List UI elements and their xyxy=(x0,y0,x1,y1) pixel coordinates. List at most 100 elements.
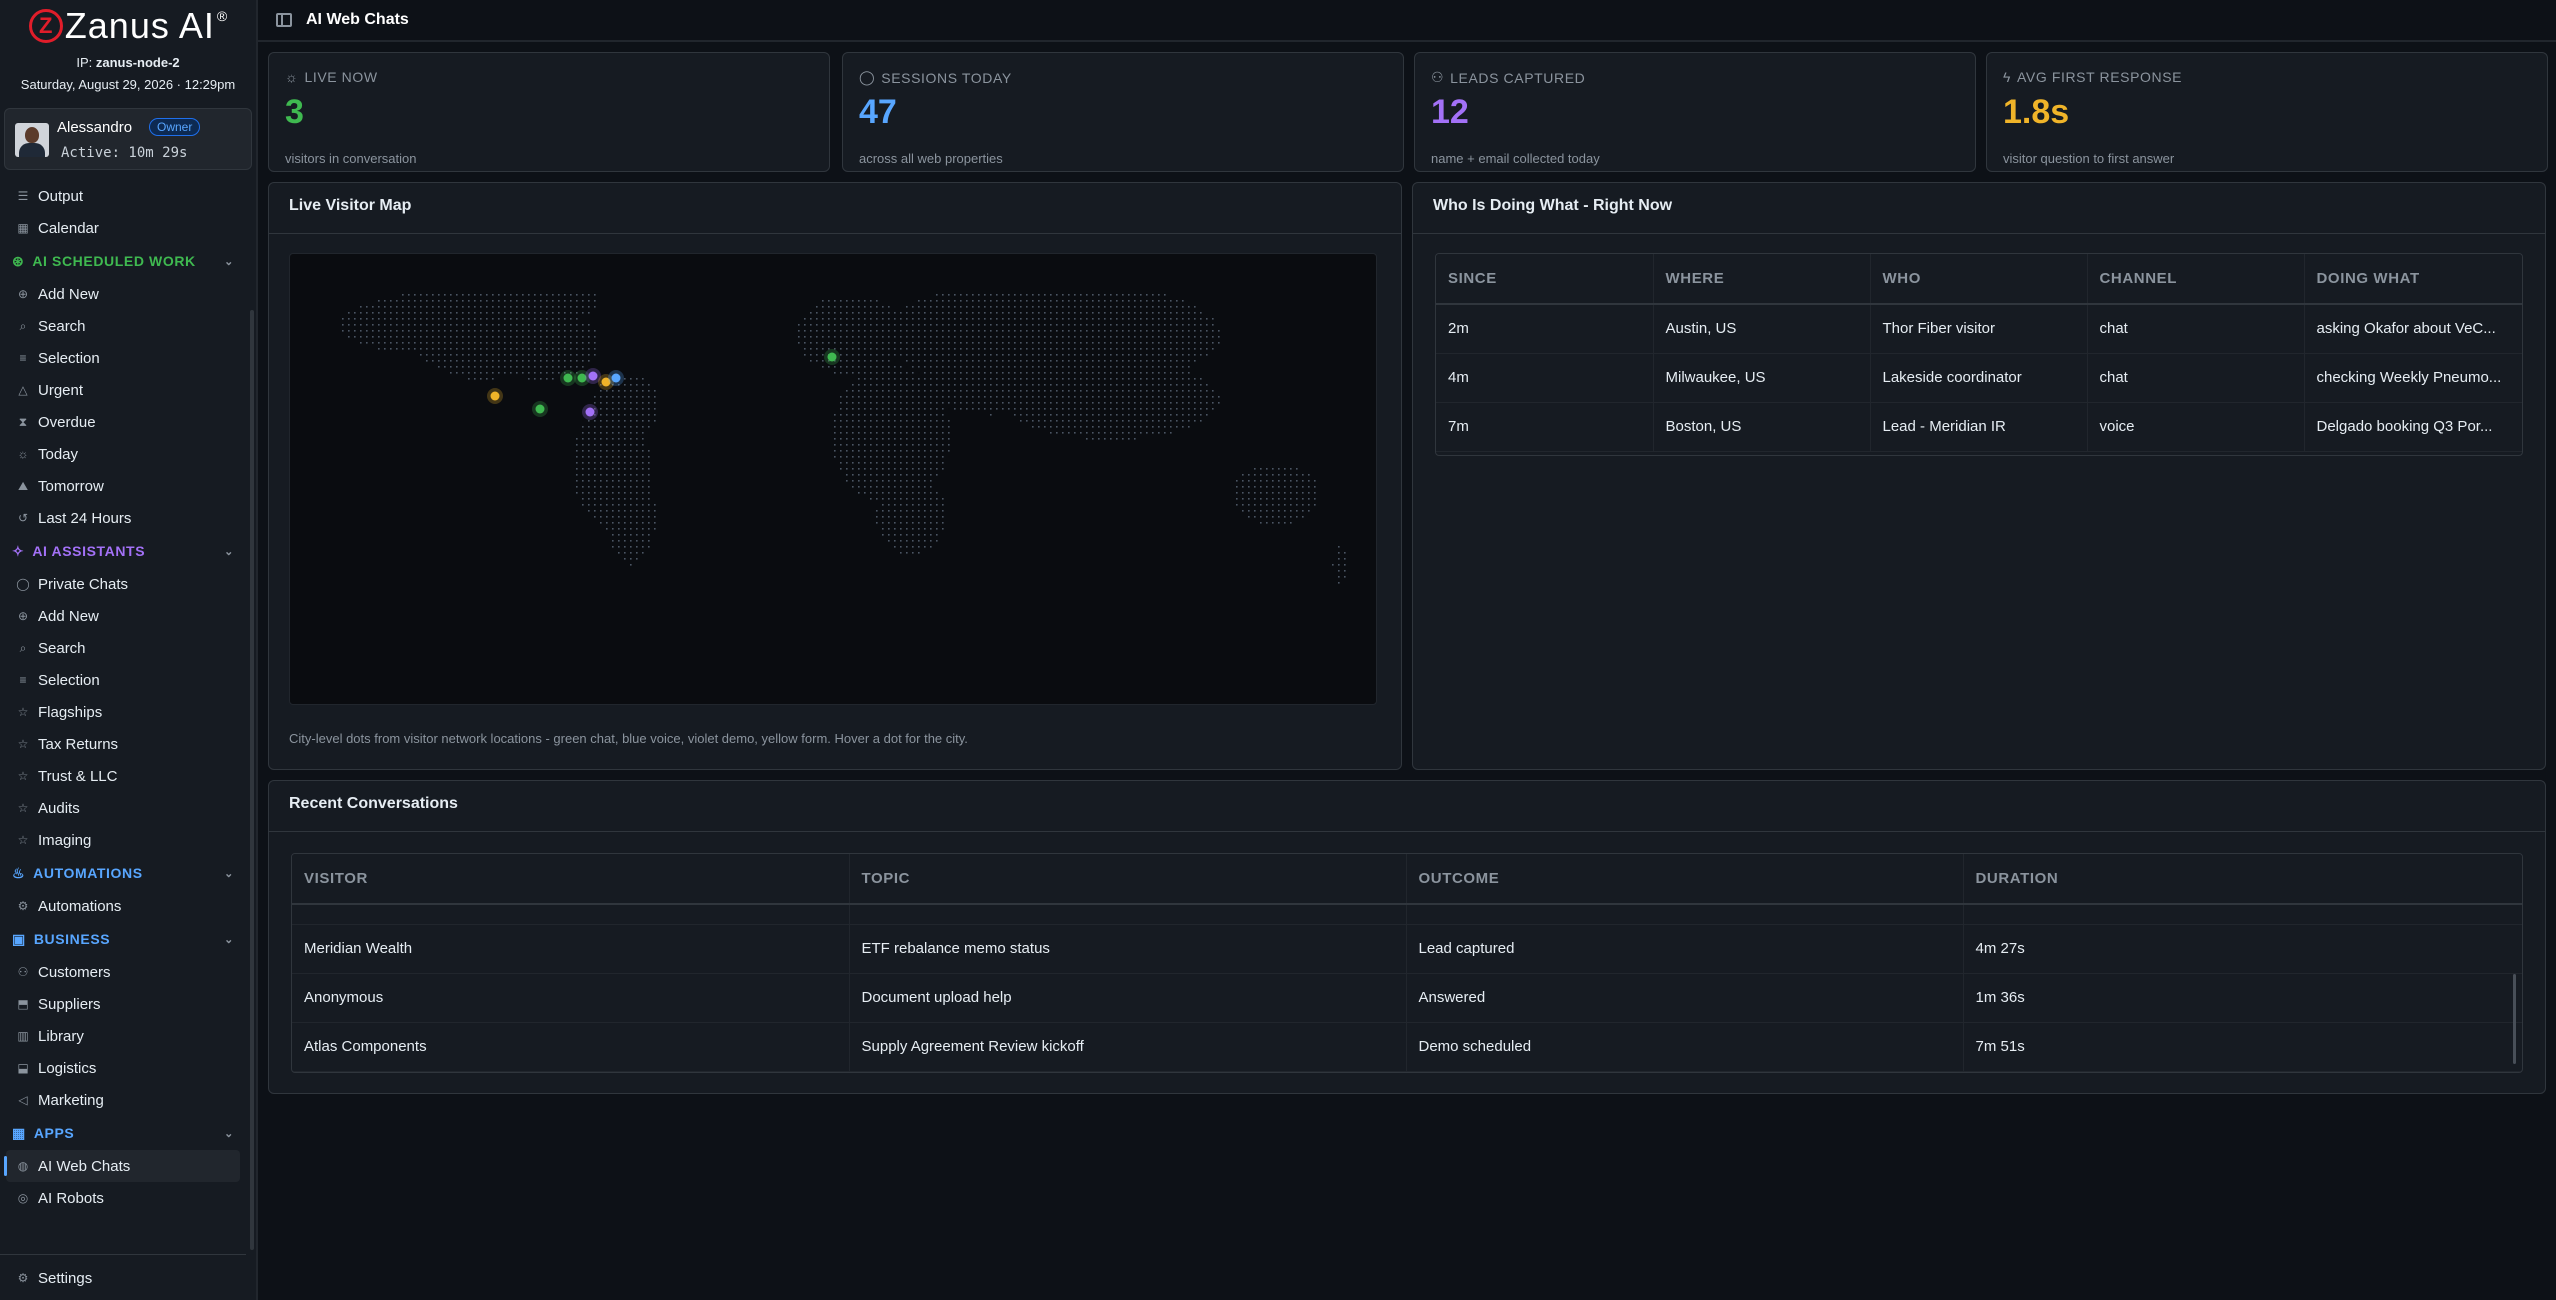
cell-duration: 1m 36s xyxy=(1962,973,2522,1023)
column-header-channel[interactable]: CHANNEL xyxy=(2086,254,2304,305)
visitor-dot-chat[interactable] xyxy=(535,404,545,414)
chevron-down-icon[interactable]: ⌄ xyxy=(224,933,234,946)
sidebar-item-label: Calendar xyxy=(38,219,99,237)
app-logo[interactable]: Z Zanus AI ® xyxy=(0,0,256,52)
table-row[interactable]: Anonymous Document upload help Answered 1m … xyxy=(292,973,2522,1023)
section-automations[interactable]: ♨ AUTOMATIONS ⌄ xyxy=(0,856,246,890)
visitor-map[interactable] xyxy=(289,253,1377,705)
sidebar-item-selection[interactable]: ≡ Selection xyxy=(0,664,246,696)
sidebar-item-selection[interactable]: ≡ Selection xyxy=(0,342,246,374)
column-header-since[interactable]: SINCE xyxy=(1436,254,1653,305)
column-header-who[interactable]: WHO xyxy=(1869,254,2087,305)
stat-subtitle: name + email collected today xyxy=(1431,151,1600,166)
panel-title: Live Visitor Map xyxy=(289,197,412,214)
sidebar-item-label: Selection xyxy=(38,349,100,367)
column-header-topic[interactable]: TOPIC xyxy=(848,854,1406,905)
table-row[interactable]: 2m Austin, US Thor Fiber visitor chat asking… xyxy=(1436,304,2522,354)
sidebar-item-label: Overdue xyxy=(38,413,96,431)
sidebar-item-urgent[interactable]: △ Urgent xyxy=(0,374,246,406)
sidebar-item-flagships[interactable]: ☆ Flagships xyxy=(0,696,246,728)
sidebar-item-label: Private Chats xyxy=(38,575,129,593)
sidebar-item-today[interactable]: ☼ Today xyxy=(0,438,246,470)
logo-text: Zanus AI xyxy=(64,5,215,46)
stat-subtitle: visitors in conversation xyxy=(285,151,417,166)
sidebar-item-last-24-hours[interactable]: ↺ Last 24 Hours xyxy=(0,502,246,534)
visitor-dot-form[interactable] xyxy=(490,391,500,401)
visitor-dot-voice[interactable] xyxy=(611,373,621,383)
chevron-down-icon[interactable]: ⌄ xyxy=(224,255,234,268)
column-header-outcome[interactable]: OUTCOME xyxy=(1405,854,1963,905)
stat-subtitle: visitor question to first answer xyxy=(2003,151,2175,166)
sidebar-item-suppliers[interactable]: ⬒ Suppliers xyxy=(0,988,246,1020)
sidebar-item-label: Urgent xyxy=(38,381,84,399)
sidebar-item-ai-robots[interactable]: ◎ AI Robots xyxy=(0,1182,246,1214)
sidebar-item-logistics[interactable]: ⬓ Logistics xyxy=(0,1052,246,1084)
top-bar: AI Web Chats xyxy=(258,0,2556,42)
sidebar-item-tax-returns[interactable]: ☆ Tax Returns xyxy=(0,728,246,760)
cell-since: 4m xyxy=(1436,353,1653,403)
cell-duration: 4m 27s xyxy=(1962,924,2522,974)
table-row-partial xyxy=(292,904,2522,925)
visitor-dot-chat[interactable] xyxy=(827,352,837,362)
sidebar-item-private-chats[interactable]: ◯ Private Chats xyxy=(0,568,246,600)
table-row[interactable]: 7m Boston, US Lead - Meridian IR voice Delga… xyxy=(1436,402,2522,452)
automations-icon: ♨ xyxy=(12,864,26,881)
sidebar-item-search[interactable]: ⌕ Search xyxy=(0,632,246,664)
visitor-dot-demo[interactable] xyxy=(588,371,598,381)
sidebar-item-library[interactable]: ▥ Library xyxy=(0,1020,246,1052)
sidebar-item-imaging[interactable]: ☆ Imaging xyxy=(0,824,246,856)
sidebar-item-label: Marketing xyxy=(38,1091,104,1109)
sidebar-item-trust-and-llc[interactable]: ☆ Trust & LLC xyxy=(0,760,246,792)
visitor-dot-chat[interactable] xyxy=(563,373,573,383)
sidebar-scrollbar[interactable] xyxy=(250,310,254,1250)
table-row[interactable]: Atlas Components Supply Agreement Review … xyxy=(292,1022,2522,1072)
automation-icon: ⚙ xyxy=(17,899,29,913)
page-title: AI Web Chats xyxy=(306,11,409,28)
world-dot-map xyxy=(342,294,1346,584)
current-datetime: Saturday, August 29, 2026 · 12:29pm xyxy=(20,77,236,92)
cell-channel: chat xyxy=(2086,304,2304,354)
column-header-visitor[interactable]: VISITOR xyxy=(292,854,849,905)
table-scrollbar[interactable] xyxy=(2513,974,2516,1064)
sidebar-item-marketing[interactable]: ◁ Marketing xyxy=(0,1084,246,1116)
box-icon: ⬓ xyxy=(17,1061,29,1075)
sidebar-item-search[interactable]: ⌕ Search xyxy=(0,310,246,342)
sidebar-item-settings[interactable]: ⚙ Settings xyxy=(0,1262,246,1294)
visitor-dot-demo[interactable] xyxy=(585,407,595,417)
table-row[interactable]: Meridian Wealth ETF rebalance memo status… xyxy=(292,924,2522,974)
sidebar-item-audits[interactable]: ☆ Audits xyxy=(0,792,246,824)
sidebar-item-customers[interactable]: ⚇ Customers xyxy=(0,956,246,988)
sidebar-item-label: Search xyxy=(38,639,86,657)
cell-doing-what: checking Weekly Pneumo... xyxy=(2303,353,2522,403)
sidebar-item-label: Automations xyxy=(38,897,122,915)
sidebar-item-label: Audits xyxy=(38,799,80,817)
section-ai-scheduled-work[interactable]: ⊛ AI SCHEDULED WORK ⌄ xyxy=(0,244,246,278)
section-title: BUSINESS xyxy=(33,931,111,947)
plus-circle-icon: ⊕ xyxy=(17,609,29,623)
chevron-down-icon[interactable]: ⌄ xyxy=(224,867,234,880)
section-business[interactable]: ▣ BUSINESS ⌄ xyxy=(0,922,246,956)
sidebar-item-calendar[interactable]: ▦ Calendar xyxy=(0,212,246,244)
sidebar-item-add-new[interactable]: ⊕ Add New xyxy=(0,600,246,632)
sidebar-item-ai-web-chats[interactable]: ◍ AI Web Chats xyxy=(4,1150,240,1182)
user-card[interactable]: Alessandro Owner Active: 10m 29s xyxy=(4,108,252,170)
section-ai-assistants[interactable]: ✧ AI ASSISTANTS ⌄ xyxy=(0,534,246,568)
sidebar-item-overdue[interactable]: ⧗ Overdue xyxy=(0,406,246,438)
truck-icon: ⬒ xyxy=(17,997,29,1011)
sidebar-item-add-new[interactable]: ⊕ Add New xyxy=(0,278,246,310)
section-apps[interactable]: ▦ APPS ⌄ xyxy=(0,1116,246,1150)
star-icon: ☆ xyxy=(17,769,29,783)
sidebar-item-output[interactable]: ☰ Output xyxy=(0,180,246,212)
table-row[interactable]: 4m Milwaukee, US Lakeside coordinator chat c… xyxy=(1436,353,2522,403)
column-header-duration[interactable]: DURATION xyxy=(1962,854,2522,905)
chevron-down-icon[interactable]: ⌄ xyxy=(224,545,234,558)
sidebar-item-tomorrow[interactable]: ⛰ Tomorrow xyxy=(0,470,246,502)
column-header-where[interactable]: WHERE xyxy=(1652,254,1870,305)
cell-channel: voice xyxy=(2086,402,2304,452)
star-icon: ☆ xyxy=(17,801,29,815)
sidebar: Z Zanus AI ® IP: zanus-node-2 Saturday, … xyxy=(0,0,258,1300)
chevron-down-icon[interactable]: ⌄ xyxy=(224,1127,234,1140)
sidebar-item-automations[interactable]: ⚙ Automations xyxy=(0,890,246,922)
column-header-doing-what[interactable]: DOING WHAT xyxy=(2303,254,2522,305)
sidebar-toggle-icon[interactable] xyxy=(276,13,292,27)
